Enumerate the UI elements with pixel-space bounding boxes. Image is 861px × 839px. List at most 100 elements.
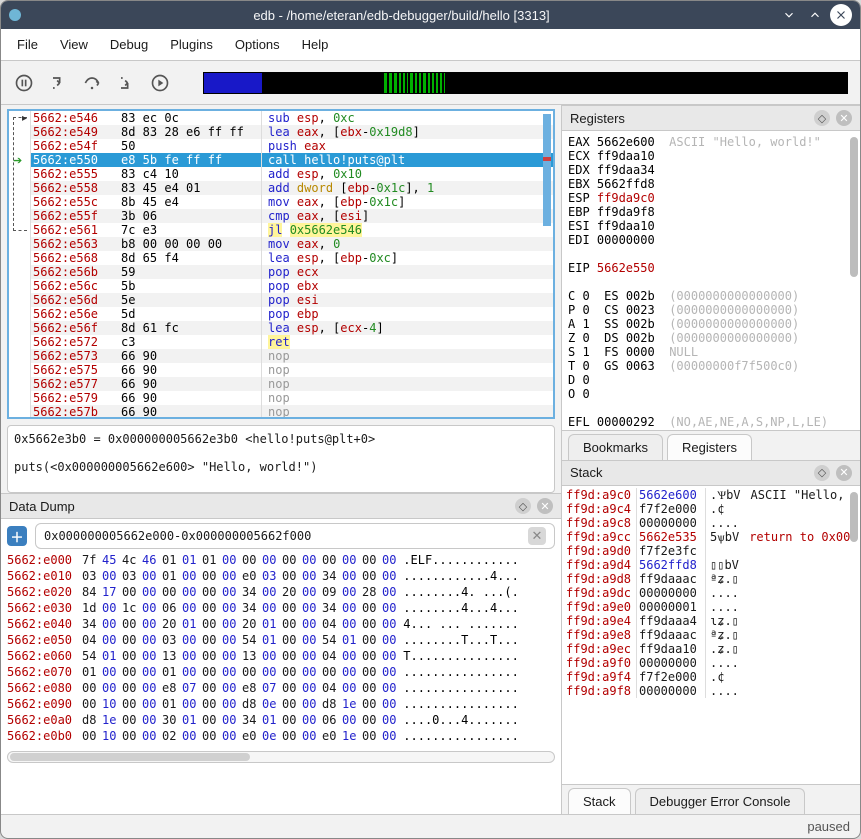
- asm-row[interactable]: pop esi: [262, 293, 553, 307]
- dump-row[interactable]: 5662:e0b0 0010000002000000e00e0000e01e00…: [7, 729, 555, 745]
- register-row[interactable]: EBP ff9da9f8: [568, 205, 856, 219]
- disasm-row[interactable]: 5662:e56e5d: [31, 307, 261, 321]
- register-row[interactable]: EBX 5662ffd8: [568, 177, 856, 191]
- asm-row[interactable]: add esp, 0x10: [262, 167, 553, 181]
- dump-row[interactable]: 5662:e090 0010000001000000d80e0000d81e00…: [7, 697, 555, 713]
- menu-plugins[interactable]: Plugins: [170, 37, 213, 52]
- dump-tab[interactable]: 0x000000005662e000-0x000000005662f000 ✕: [35, 523, 555, 549]
- disasm-row[interactable]: 5662:e57566 90: [31, 363, 261, 377]
- register-row[interactable]: EDI 00000000: [568, 233, 856, 247]
- dump-row[interactable]: 5662:e060 540100001300000013000000040000…: [7, 649, 555, 665]
- register-row[interactable]: T 0 GS 0063 (00000000f7f500c0): [568, 359, 856, 373]
- datadump-hscroll[interactable]: [7, 751, 555, 763]
- stack-row[interactable]: ff9d:a9dc00000000....: [566, 586, 860, 600]
- register-row[interactable]: ESP ff9da9c0: [568, 191, 856, 205]
- dump-row[interactable]: 5662:e010 0300030001000000e0030000340000…: [7, 569, 555, 585]
- step-out-button[interactable]: [115, 72, 137, 94]
- register-row[interactable]: EDX ff9daa34: [568, 163, 856, 177]
- disasm-row[interactable]: 5662:e54683 ec 0c: [31, 111, 261, 125]
- dump-tab-close-icon[interactable]: ✕: [528, 527, 546, 545]
- dump-row[interactable]: 5662:e080 00000000e8070000e8070000040000…: [7, 681, 555, 697]
- dump-row[interactable]: 5662:e000 7f454c460101010000000000000000…: [7, 553, 555, 569]
- datadump-detach-icon[interactable]: ◇: [515, 498, 531, 514]
- stack-row[interactable]: ff9d:a9ecff9daa10.ʑ.▯: [566, 642, 860, 656]
- stack-detach-icon[interactable]: ◇: [814, 465, 830, 481]
- stack-body[interactable]: ff9d:a9c05662e600.ѰbVASCII "Hello,ff9d:a…: [562, 486, 860, 785]
- asm-row[interactable]: add dword [ebp-0x1c], 1: [262, 181, 553, 195]
- menu-view[interactable]: View: [60, 37, 88, 52]
- asm-row[interactable]: pop ebx: [262, 279, 553, 293]
- disasm-row[interactable]: 5662:e572c3: [31, 335, 261, 349]
- register-row[interactable]: ESI ff9daa10: [568, 219, 856, 233]
- disasm-row[interactable]: 5662:e56d5e: [31, 293, 261, 307]
- datadump-close-icon[interactable]: ✕: [537, 498, 553, 514]
- register-row[interactable]: EIP 5662e550: [568, 261, 856, 275]
- asm-row[interactable]: nop: [262, 377, 553, 391]
- register-row[interactable]: S 1 FS 0000 NULL: [568, 345, 856, 359]
- registers-scrollbar[interactable]: [850, 135, 858, 426]
- stack-row[interactable]: ff9d:a9e4ff9daaa4ɩʑ.▯: [566, 614, 860, 628]
- disasm-row[interactable]: 5662:e57366 90: [31, 349, 261, 363]
- asm-row[interactable]: nop: [262, 349, 553, 363]
- stack-row[interactable]: ff9d:a9e8ff9daaacªʑ.▯: [566, 628, 860, 642]
- asm-row[interactable]: nop: [262, 391, 553, 405]
- menu-help[interactable]: Help: [302, 37, 329, 52]
- datadump-grid[interactable]: 5662:e000 7f454c460101010000000000000000…: [1, 553, 561, 749]
- registers-body[interactable]: EAX 5662e600 ASCII "Hello, world!"ECX ff…: [562, 131, 860, 430]
- dump-row[interactable]: 5662:e040 340000002001000020010000040000…: [7, 617, 555, 633]
- menu-debug[interactable]: Debug: [110, 37, 148, 52]
- asm-row[interactable]: push eax: [262, 139, 553, 153]
- registers-detach-icon[interactable]: ◇: [814, 110, 830, 126]
- dump-row[interactable]: 5662:e0a0 d81e00003001000034010000060000…: [7, 713, 555, 729]
- tab-stack[interactable]: Stack: [568, 788, 631, 814]
- disasm-row[interactable]: 5662:e55f3b 06: [31, 209, 261, 223]
- register-row[interactable]: A 1 SS 002b (0000000000000000): [568, 317, 856, 331]
- register-row[interactable]: [568, 401, 856, 415]
- dump-row[interactable]: 5662:e050 040000000300000054010000540100…: [7, 633, 555, 649]
- register-row[interactable]: D 0: [568, 373, 856, 387]
- disasm-row[interactable]: 5662:e563b8 00 00 00 00: [31, 237, 261, 251]
- asm-row[interactable]: call hello!puts@plt: [262, 153, 553, 167]
- asm-row[interactable]: pop ecx: [262, 265, 553, 279]
- disasm-row[interactable]: 5662:e56b59: [31, 265, 261, 279]
- asm-row[interactable]: sub esp, 0xc: [262, 111, 553, 125]
- stack-close-icon[interactable]: ✕: [836, 465, 852, 481]
- stack-row[interactable]: ff9d:a9c4f7f2e000.¢: [566, 502, 860, 516]
- step-over-button[interactable]: [81, 72, 103, 94]
- asm-row[interactable]: nop: [262, 405, 553, 419]
- stack-row[interactable]: ff9d:a9f000000000....: [566, 656, 860, 670]
- register-row[interactable]: C 0 ES 002b (0000000000000000): [568, 289, 856, 303]
- asm-row[interactable]: pop ebp: [262, 307, 553, 321]
- tab-debugger-error-console[interactable]: Debugger Error Console: [635, 788, 806, 814]
- asm-row[interactable]: ret: [262, 335, 553, 349]
- stack-row[interactable]: ff9d:a9d8ff9daaacªʑ.▯: [566, 572, 860, 586]
- stack-row[interactable]: ff9d:a9cc5662e5355ѱbVreturn to 0x00: [566, 530, 860, 544]
- asm-row[interactable]: lea eax, [ebx-0x19d8]: [262, 125, 553, 139]
- stack-row[interactable]: ff9d:a9f4f7f2e000.¢: [566, 670, 860, 684]
- register-row[interactable]: [568, 275, 856, 289]
- stack-row[interactable]: ff9d:a9e000000001....: [566, 600, 860, 614]
- stack-row[interactable]: ff9d:a9c05662e600.ѰbVASCII "Hello,: [566, 488, 860, 502]
- asm-row[interactable]: jl 0x5662e546: [262, 223, 553, 237]
- stack-scrollbar[interactable]: [850, 490, 858, 781]
- maximize-button[interactable]: [804, 4, 826, 26]
- disassembly-view[interactable]: ➔▸ 5662:e54683 ec 0c5662:e5498d 83 28 e6…: [7, 109, 555, 419]
- asm-row[interactable]: mov eax, [ebp-0x1c]: [262, 195, 553, 209]
- add-dump-tab-button[interactable]: ＋: [7, 526, 27, 546]
- asm-row[interactable]: lea esp, [ebp-0xc]: [262, 251, 553, 265]
- pause-button[interactable]: [13, 72, 35, 94]
- minimize-button[interactable]: [778, 4, 800, 26]
- disasm-row[interactable]: 5662:e5617c e3: [31, 223, 261, 237]
- disasm-row[interactable]: 5662:e55583 c4 10: [31, 167, 261, 181]
- asm-row[interactable]: nop: [262, 363, 553, 377]
- disasm-row[interactable]: 5662:e54f50: [31, 139, 261, 153]
- tab-registers[interactable]: Registers: [667, 434, 752, 460]
- registers-close-icon[interactable]: ✕: [836, 110, 852, 126]
- disasm-row[interactable]: 5662:e55c8b 45 e4: [31, 195, 261, 209]
- asm-row[interactable]: mov eax, 0: [262, 237, 553, 251]
- register-row[interactable]: [568, 429, 856, 430]
- register-row[interactable]: ECX ff9daa10: [568, 149, 856, 163]
- dump-row[interactable]: 5662:e030 1d001c000600000034000000340000…: [7, 601, 555, 617]
- dump-row[interactable]: 5662:e020 841700000000000034002000090028…: [7, 585, 555, 601]
- register-row[interactable]: [568, 247, 856, 261]
